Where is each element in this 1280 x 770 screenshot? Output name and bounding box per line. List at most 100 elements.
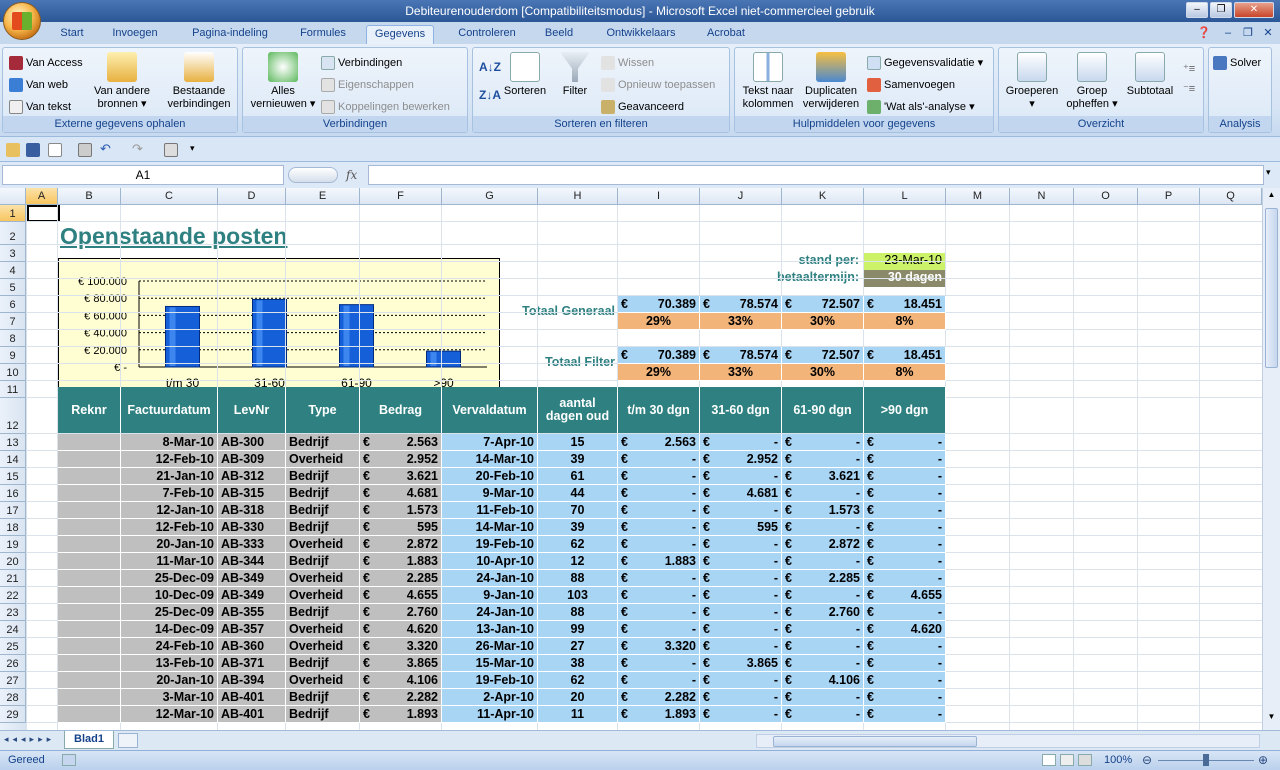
table-cell-aantal-dagen-oud[interactable]: 11 xyxy=(538,706,618,723)
table-cell-61-90-dgn[interactable]: € - xyxy=(782,451,864,468)
row-header-29[interactable]: 29 xyxy=(0,706,26,723)
table-cell-31-60-dgn[interactable]: € - xyxy=(700,706,782,723)
table-cell-aantal-dagen-oud[interactable]: 88 xyxy=(538,570,618,587)
tekst-naar-kolommen-button[interactable]: Tekst naar kolommen xyxy=(737,52,799,111)
table-cell-factuurdatum[interactable]: 7-Feb-10 xyxy=(121,485,218,502)
help-icon[interactable]: ❓ xyxy=(1196,25,1212,44)
table-cell-levnr[interactable]: AB-330 xyxy=(218,519,286,536)
opnieuw-toepassen-button[interactable]: Opnieuw toepassen xyxy=(601,78,715,92)
table-cell-61-90-dgn[interactable]: € - xyxy=(782,638,864,655)
table-cell-bedrag[interactable]: €1.883 xyxy=(360,553,442,570)
reknr-cell[interactable] xyxy=(58,604,121,621)
tab-invoegen[interactable]: Invoegen xyxy=(104,25,166,44)
table-cell-levnr[interactable]: AB-318 xyxy=(218,502,286,519)
table-cell-bedrag[interactable]: €2.952 xyxy=(360,451,442,468)
van-access-button[interactable]: Van Access xyxy=(9,56,83,70)
table-cell-t-m-30-dgn[interactable]: € - xyxy=(618,587,700,604)
undo-icon[interactable]: ↶ xyxy=(100,142,114,157)
scroll-down-icon[interactable]: ▼ xyxy=(1265,712,1278,726)
table-cell--90-dgn[interactable]: € - xyxy=(864,536,946,553)
scroll-thumb[interactable] xyxy=(1265,208,1278,368)
table-cell-levnr[interactable]: AB-344 xyxy=(218,553,286,570)
pct-filter-1[interactable]: 33% xyxy=(700,364,782,381)
column-header-J[interactable]: J xyxy=(700,188,782,205)
sort-az-icon[interactable]: A↓Z xyxy=(479,60,501,74)
scroll-up-icon[interactable]: ▲ xyxy=(1265,190,1278,204)
tab-pagina-indeling[interactable]: Pagina-indeling xyxy=(182,25,278,44)
table-cell-factuurdatum[interactable]: 3-Mar-10 xyxy=(121,689,218,706)
reknr-cell[interactable] xyxy=(58,553,121,570)
table-cell-t-m-30-dgn[interactable]: €2.563 xyxy=(618,434,700,451)
table-cell-aantal-dagen-oud[interactable]: 62 xyxy=(538,672,618,689)
form-icon[interactable] xyxy=(164,143,178,157)
table-cell-aantal-dagen-oud[interactable]: 20 xyxy=(538,689,618,706)
table-cell-bedrag[interactable]: €3.621 xyxy=(360,468,442,485)
table-cell-factuurdatum[interactable]: 12-Jan-10 xyxy=(121,502,218,519)
table-cell-factuurdatum[interactable]: 8-Mar-10 xyxy=(121,434,218,451)
row-header-13[interactable]: 13 xyxy=(0,434,26,451)
table-cell-type[interactable]: Overheid xyxy=(286,638,360,655)
column-header-B[interactable]: B xyxy=(58,188,121,205)
table-cell-type[interactable]: Bedrijf xyxy=(286,502,360,519)
table-cell-61-90-dgn[interactable]: €1.573 xyxy=(782,502,864,519)
reknr-cell[interactable] xyxy=(58,638,121,655)
table-cell-aantal-dagen-oud[interactable]: 99 xyxy=(538,621,618,638)
tab-beeld[interactable]: Beeld xyxy=(536,25,582,44)
table-cell-t-m-30-dgn[interactable]: €1.883 xyxy=(618,553,700,570)
van-tekst-button[interactable]: Van tekst xyxy=(9,100,71,114)
table-cell-bedrag[interactable]: €2.282 xyxy=(360,689,442,706)
zoom-slider-thumb[interactable] xyxy=(1203,754,1209,766)
table-cell-aantal-dagen-oud[interactable]: 88 xyxy=(538,604,618,621)
column-header-F[interactable]: F xyxy=(360,188,442,205)
table-cell-t-m-30-dgn[interactable]: € - xyxy=(618,451,700,468)
table-cell-levnr[interactable]: AB-355 xyxy=(218,604,286,621)
table-cell-type[interactable]: Bedrijf xyxy=(286,706,360,723)
select-all-corner[interactable] xyxy=(0,188,26,205)
table-cell-vervaldatum[interactable]: 14-Mar-10 xyxy=(442,519,538,536)
reknr-cell[interactable] xyxy=(58,655,121,672)
table-cell-t-m-30-dgn[interactable]: €1.893 xyxy=(618,706,700,723)
pct-filter-2[interactable]: 30% xyxy=(782,364,864,381)
row-header-11[interactable]: 11 xyxy=(0,381,26,398)
row-header-12[interactable]: 12 xyxy=(0,398,26,434)
normal-view-icon[interactable] xyxy=(1042,754,1056,766)
horizontal-scrollbar[interactable] xyxy=(756,734,1260,748)
table-cell-31-60-dgn[interactable]: € - xyxy=(700,434,782,451)
table-cell-type[interactable]: Overheid xyxy=(286,621,360,638)
verbindingen-button[interactable]: Verbindingen xyxy=(321,56,402,70)
table-cell-levnr[interactable]: AB-315 xyxy=(218,485,286,502)
reknr-cell[interactable] xyxy=(58,672,121,689)
table-cell-31-60-dgn[interactable]: € - xyxy=(700,689,782,706)
table-cell-vervaldatum[interactable]: 26-Mar-10 xyxy=(442,638,538,655)
pct-generaal-2[interactable]: 30% xyxy=(782,313,864,330)
table-cell--90-dgn[interactable]: € - xyxy=(864,638,946,655)
name-box[interactable]: A1 xyxy=(2,165,284,185)
table-cell-factuurdatum[interactable]: 11-Mar-10 xyxy=(121,553,218,570)
open-icon[interactable] xyxy=(6,143,20,157)
table-cell-type[interactable]: Bedrijf xyxy=(286,689,360,706)
table-cell-bedrag[interactable]: €4.681 xyxy=(360,485,442,502)
close-button[interactable]: ✕ xyxy=(1234,2,1274,18)
table-cell-bedrag[interactable]: €1.573 xyxy=(360,502,442,519)
table-cell--90-dgn[interactable]: € - xyxy=(864,502,946,519)
table-cell-t-m-30-dgn[interactable]: € - xyxy=(618,519,700,536)
table-cell-vervaldatum[interactable]: 24-Jan-10 xyxy=(442,570,538,587)
reknr-cell[interactable] xyxy=(58,536,121,553)
table-cell-vervaldatum[interactable]: 15-Mar-10 xyxy=(442,655,538,672)
table-cell-t-m-30-dgn[interactable]: € - xyxy=(618,570,700,587)
samenvoegen-button[interactable]: Samenvoegen xyxy=(867,78,955,92)
pct-generaal-3[interactable]: 8% xyxy=(864,313,946,330)
table-cell-type[interactable]: Bedrijf xyxy=(286,655,360,672)
table-cell-vervaldatum[interactable]: 2-Apr-10 xyxy=(442,689,538,706)
header-8[interactable]: 31-60 dgn xyxy=(700,387,782,433)
table-cell-31-60-dgn[interactable]: € - xyxy=(700,672,782,689)
table-cell-bedrag[interactable]: €595 xyxy=(360,519,442,536)
eigenschappen-button[interactable]: Eigenschappen xyxy=(321,78,414,92)
van-andere-bronnen-button[interactable]: Van andere bronnen ▾ xyxy=(89,52,155,111)
table-cell--90-dgn[interactable]: € - xyxy=(864,604,946,621)
reknr-cell[interactable] xyxy=(58,587,121,604)
table-cell--90-dgn[interactable]: € - xyxy=(864,519,946,536)
insert-sheet-icon[interactable] xyxy=(118,733,138,748)
table-cell--90-dgn[interactable]: € - xyxy=(864,485,946,502)
table-cell--90-dgn[interactable]: € - xyxy=(864,689,946,706)
